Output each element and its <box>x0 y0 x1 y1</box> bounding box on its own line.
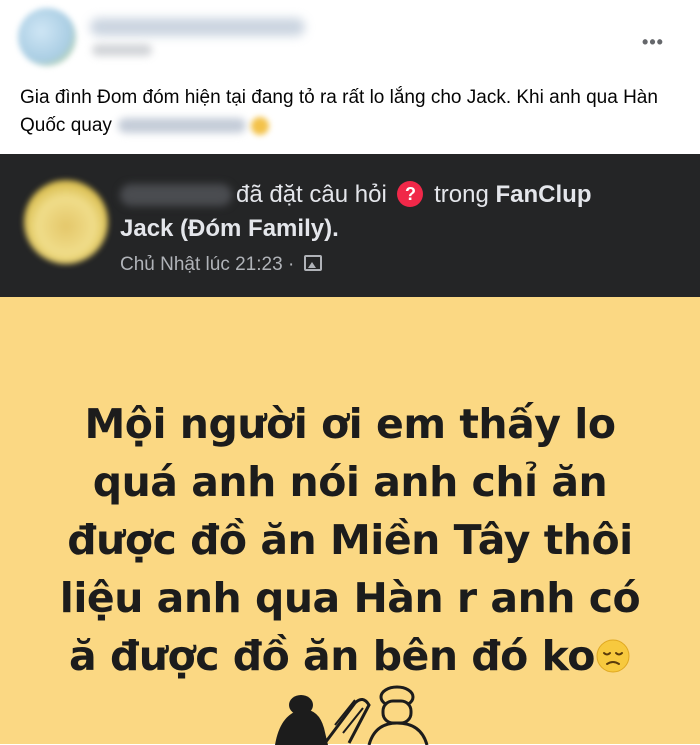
image-text-line: được đồ ăn Miền Tây thôi <box>67 516 633 564</box>
photo-group-icon <box>303 255 322 271</box>
question-mark-icon: ? <box>397 181 424 207</box>
image-text-block: Mội người ơi em thấy lo quá anh nói anh … <box>0 395 700 685</box>
post-image[interactable]: Mội người ơi em thấy lo quá anh nói anh … <box>0 297 700 745</box>
caption-blurred-text <box>117 118 246 134</box>
shared-timestamp-line: Chủ Nhật lúc 21:23 · <box>120 252 322 278</box>
post-caption: Gia đình Đom đóm hiện tại đang tỏ ra rất… <box>20 84 660 140</box>
shared-in-text: trong <box>434 181 489 208</box>
blurred-emoji-icon <box>251 116 270 135</box>
shared-timestamp[interactable]: Chủ Nhật lúc 21:23 <box>120 254 283 275</box>
group-name-part2[interactable]: Jack (Đóm Family). <box>120 212 339 246</box>
image-text-line: Mội người ơi em thấy lo <box>84 400 617 448</box>
shared-action-text: đã đặt câu hỏi <box>236 181 387 208</box>
post-meta-blurred <box>92 44 152 56</box>
shared-action-line: đã đặt câu hỏi ? trong FanClup <box>236 178 592 212</box>
shared-post-header: đã đặt câu hỏi ? trong FanClup Jack (Đóm… <box>0 154 700 297</box>
image-text-line: liệu anh qua Hàn r anh có <box>59 574 641 622</box>
timestamp-separator: · <box>287 254 295 275</box>
group-name-part1[interactable]: FanClup <box>496 181 592 208</box>
image-text-line: quá anh nói anh chỉ ăn <box>92 458 608 506</box>
shared-author-avatar[interactable] <box>24 180 108 264</box>
cartoon-illustration <box>275 685 429 745</box>
more-options-icon[interactable]: ••• <box>638 30 668 54</box>
image-text-line: ă được đồ ăn bên đó ko <box>69 632 595 680</box>
author-avatar[interactable] <box>18 8 76 66</box>
author-name-blurred[interactable] <box>90 18 305 36</box>
sad-face-emoji-icon <box>596 639 630 673</box>
shared-author-name-blurred[interactable] <box>120 184 232 206</box>
post-caption-text: Gia đình Đom đóm hiện tại đang tỏ ra rất… <box>20 87 658 136</box>
post-header: ••• <box>0 0 700 80</box>
